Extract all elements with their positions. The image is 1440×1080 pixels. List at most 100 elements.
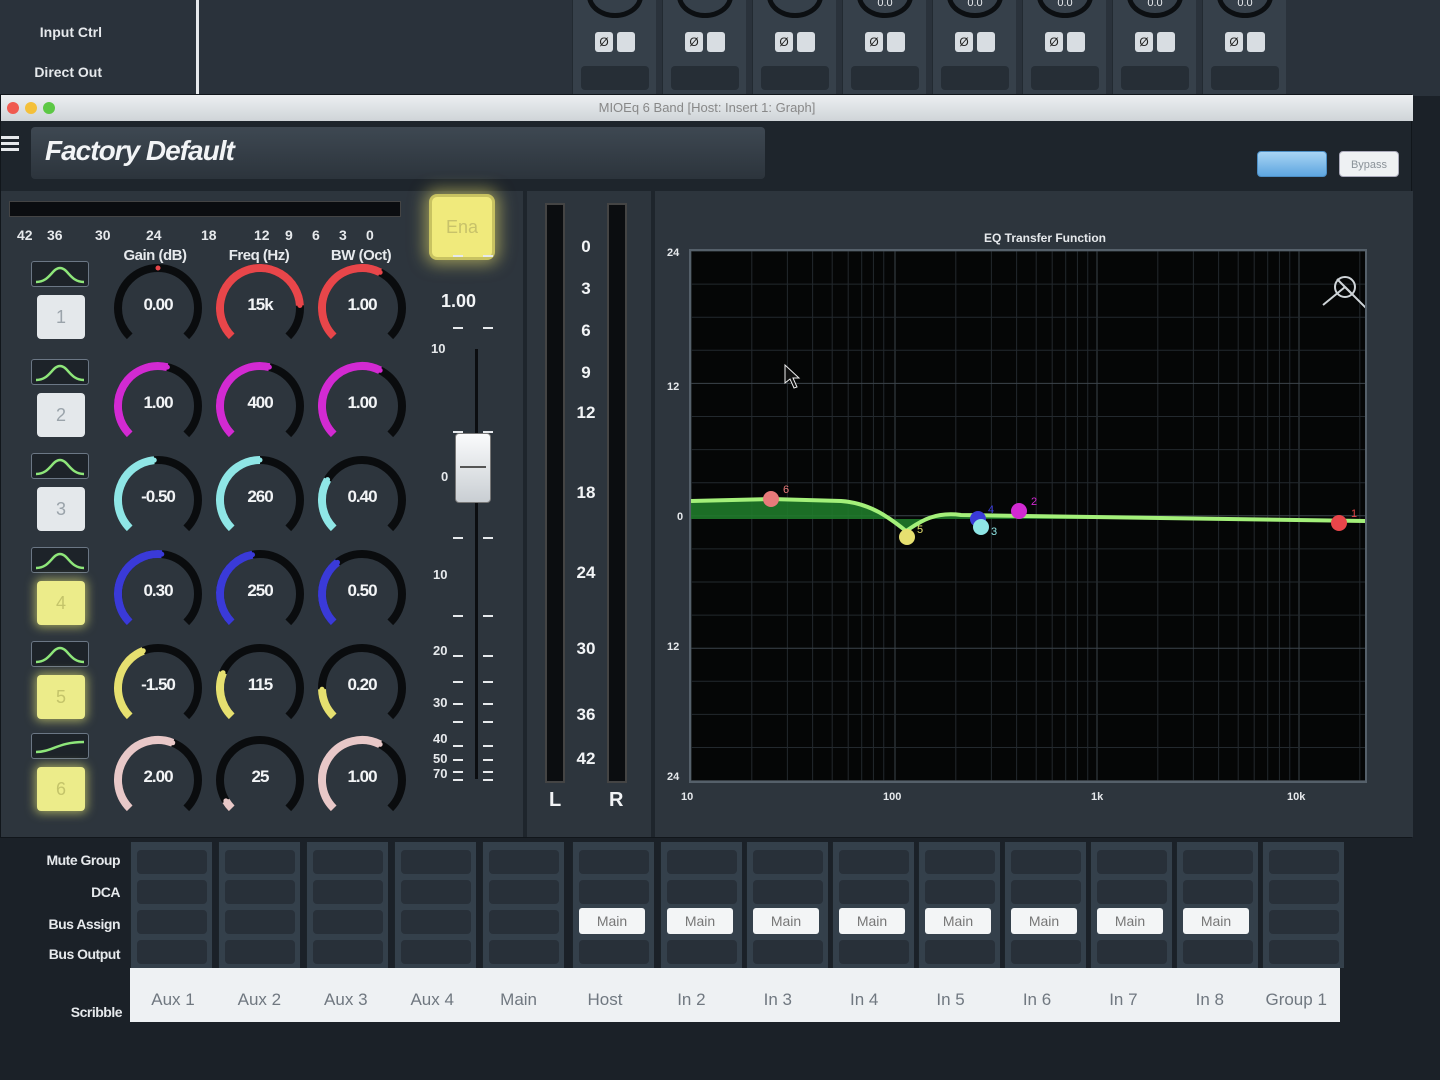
mixer-slot[interactable] [925, 940, 995, 964]
band-bw-knob[interactable]: 1.00 [315, 261, 409, 355]
scribble-label[interactable]: Aux 2 [216, 990, 302, 1010]
mixer-slot[interactable] [1011, 850, 1081, 874]
direct-out-slot[interactable] [851, 66, 919, 90]
band-enable-button[interactable]: 6 [37, 767, 85, 811]
band-type-button[interactable] [31, 261, 89, 287]
mixer-slot[interactable] [313, 850, 383, 874]
knob[interactable] [587, 0, 643, 18]
band-freq-knob[interactable]: 250 [213, 547, 307, 641]
direct-out-slot[interactable] [941, 66, 1009, 90]
scribble-label[interactable]: In 3 [735, 990, 821, 1010]
direct-out-slot[interactable] [761, 66, 829, 90]
toggle-button[interactable] [1067, 32, 1085, 52]
band-gain-knob[interactable]: 0.30 [111, 547, 205, 641]
mixer-slot[interactable] [313, 940, 383, 964]
mixer-slot[interactable] [753, 880, 823, 904]
direct-out-slot[interactable] [581, 66, 649, 90]
mixer-slot[interactable] [667, 880, 737, 904]
compare-button[interactable] [1257, 151, 1327, 177]
scribble-label[interactable]: In 6 [994, 990, 1080, 1010]
minimize-icon[interactable] [25, 102, 37, 114]
phase-button[interactable]: Ø [1045, 32, 1063, 52]
toggle-button[interactable] [977, 32, 995, 52]
mixer-slot[interactable] [489, 940, 559, 964]
mixer-slot[interactable] [137, 850, 207, 874]
knob[interactable] [677, 0, 733, 18]
mixer-slot[interactable] [137, 940, 207, 964]
mixer-slot[interactable] [401, 850, 471, 874]
mixer-slot[interactable] [489, 880, 559, 904]
toggle-button[interactable] [1247, 32, 1265, 52]
mixer-slot[interactable] [1183, 850, 1253, 874]
mixer-slot[interactable] [401, 880, 471, 904]
scribble-label[interactable]: Main [476, 990, 562, 1010]
direct-out-slot[interactable] [1031, 66, 1099, 90]
mixer-slot[interactable] [1269, 940, 1339, 964]
mixer-slot[interactable] [489, 850, 559, 874]
bus-assign-main-button[interactable]: Main [839, 908, 905, 934]
band-type-button[interactable] [31, 359, 89, 385]
mixer-slot[interactable] [839, 850, 909, 874]
scribble-label[interactable]: Host [562, 990, 648, 1010]
eq-graph[interactable]: 6 5 4 3 2 1 [689, 249, 1368, 783]
mixer-slot[interactable] [839, 880, 909, 904]
band-enable-button[interactable]: 3 [37, 487, 85, 531]
bus-assign-main-button[interactable]: Main [579, 908, 645, 934]
band-type-button[interactable] [31, 641, 89, 667]
mixer-slot[interactable] [137, 880, 207, 904]
bus-assign-main-button[interactable]: Main [753, 908, 819, 934]
band-gain-knob[interactable]: 0.00 [111, 261, 205, 355]
scribble-label[interactable]: In 4 [821, 990, 907, 1010]
band-type-button[interactable] [31, 733, 89, 759]
mixer-slot[interactable] [401, 940, 471, 964]
mixer-slot[interactable] [1097, 880, 1167, 904]
band-bw-knob[interactable]: 0.20 [315, 641, 409, 735]
band-freq-knob[interactable]: 15k [213, 261, 307, 355]
zoom-icon[interactable] [43, 102, 55, 114]
band-enable-button[interactable]: 4 [37, 581, 85, 625]
band-enable-button[interactable]: 2 [37, 393, 85, 437]
mixer-slot[interactable] [1183, 880, 1253, 904]
scribble-label[interactable]: Group 1 [1253, 990, 1339, 1010]
mixer-slot[interactable] [313, 880, 383, 904]
mixer-slot[interactable] [579, 850, 649, 874]
band-gain-knob[interactable]: -0.50 [111, 453, 205, 547]
enable-button[interactable]: Ena [429, 194, 495, 260]
preset-selector[interactable]: Factory Default [31, 127, 765, 179]
mixer-slot[interactable] [1183, 940, 1253, 964]
phase-button[interactable]: Ø [685, 32, 703, 52]
mixer-slot[interactable] [1269, 880, 1339, 904]
mixer-slot[interactable] [1269, 850, 1339, 874]
band-gain-knob[interactable]: 2.00 [111, 733, 205, 827]
mixer-slot[interactable] [225, 880, 295, 904]
fader-handle[interactable] [455, 433, 491, 503]
close-icon[interactable] [7, 102, 19, 114]
phase-button[interactable]: Ø [1135, 32, 1153, 52]
toggle-button[interactable] [1157, 32, 1175, 52]
band-freq-knob[interactable]: 115 [213, 641, 307, 735]
mixer-slot[interactable] [667, 940, 737, 964]
mixer-slot[interactable] [753, 940, 823, 964]
bus-assign-main-button[interactable]: Main [925, 908, 991, 934]
mixer-slot[interactable] [1097, 850, 1167, 874]
band-gain-knob[interactable]: 1.00 [111, 359, 205, 453]
mixer-slot[interactable] [839, 940, 909, 964]
toggle-button[interactable] [797, 32, 815, 52]
hamburger-menu-icon[interactable] [1, 133, 23, 155]
band-freq-knob[interactable]: 260 [213, 453, 307, 547]
mixer-slot[interactable] [313, 910, 383, 934]
scribble-label[interactable]: In 5 [908, 990, 994, 1010]
mixer-slot[interactable] [925, 850, 995, 874]
mixer-slot[interactable] [1097, 940, 1167, 964]
scribble-label[interactable]: Aux 1 [130, 990, 216, 1010]
toggle-button[interactable] [707, 32, 725, 52]
mixer-slot[interactable] [225, 910, 295, 934]
band-enable-button[interactable]: 1 [37, 295, 85, 339]
mixer-slot[interactable] [753, 850, 823, 874]
band-freq-knob[interactable]: 400 [213, 359, 307, 453]
scribble-label[interactable]: Aux 4 [389, 990, 475, 1010]
band-enable-button[interactable]: 5 [37, 675, 85, 719]
direct-out-slot[interactable] [1121, 66, 1189, 90]
band-bw-knob[interactable]: 1.00 [315, 359, 409, 453]
mixer-slot[interactable] [925, 880, 995, 904]
